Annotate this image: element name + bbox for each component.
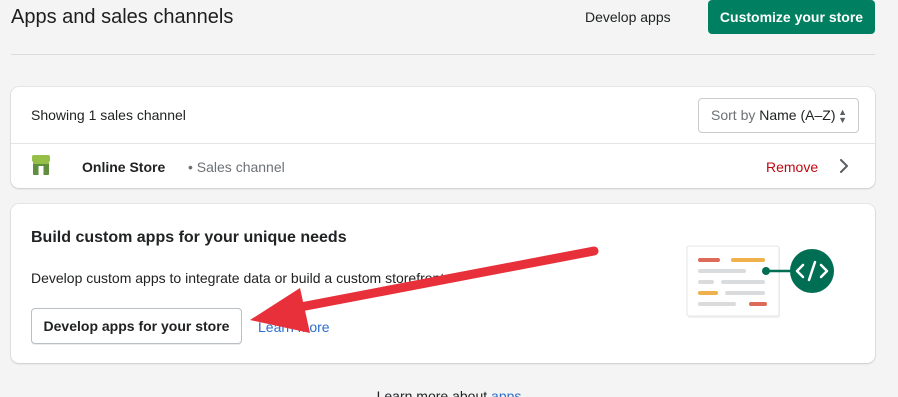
- sort-arrows-icon: ▲ ▼: [838, 107, 847, 125]
- chevron-right-icon[interactable]: [839, 159, 849, 173]
- channels-toolbar: Showing 1 sales channel Sort by Name (A–…: [11, 87, 875, 144]
- channel-type: • Sales channel: [188, 159, 285, 175]
- custom-apps-card: Build custom apps for your unique needs …: [11, 204, 875, 363]
- learn-more-link[interactable]: Learn more: [258, 319, 330, 335]
- footer-learn-more: Learn more about apps: [0, 388, 898, 397]
- footer-apps-link[interactable]: apps: [491, 388, 521, 397]
- page-title: Apps and sales channels: [11, 6, 234, 28]
- showing-count-text: Showing 1 sales channel: [31, 107, 186, 123]
- channel-name: Online Store: [82, 159, 166, 175]
- custom-apps-description: Develop custom apps to integrate data or…: [31, 270, 449, 286]
- custom-apps-heading: Build custom apps for your unique needs: [31, 229, 347, 246]
- sales-channels-card: Showing 1 sales channel Sort by Name (A–…: [11, 87, 875, 188]
- develop-apps-for-store-button[interactable]: Develop apps for your store: [31, 308, 242, 344]
- remove-channel-link[interactable]: Remove: [766, 159, 818, 175]
- store-icon: [32, 155, 50, 175]
- footer-prefix: Learn more about: [376, 388, 488, 397]
- develop-apps-button[interactable]: Develop apps: [585, 3, 695, 31]
- sort-select[interactable]: Sort by Name (A–Z) ▲ ▼: [698, 98, 859, 133]
- code-illustration-icon: [686, 245, 834, 318]
- channel-row-online-store[interactable]: Online Store • Sales channel Remove: [11, 144, 875, 188]
- sort-value: Name (A–Z): [759, 107, 836, 123]
- sort-prefix: Sort by: [711, 107, 756, 123]
- customize-store-button[interactable]: Customize your store: [708, 0, 875, 34]
- page-header: Apps and sales channels Develop apps Cus…: [11, 0, 875, 55]
